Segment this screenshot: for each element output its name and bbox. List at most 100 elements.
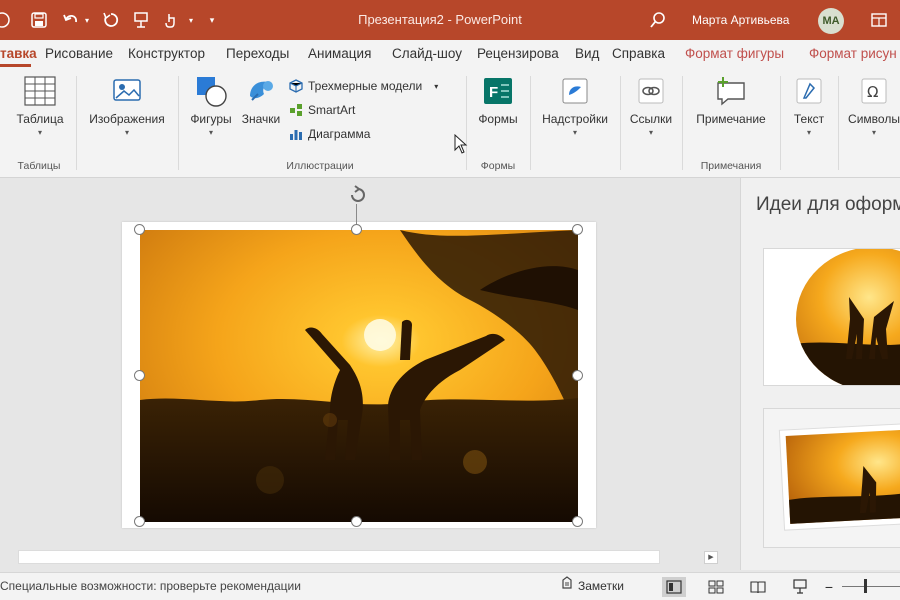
addins-icon bbox=[558, 74, 592, 108]
resize-handle-left[interactable] bbox=[134, 370, 145, 381]
group-divider bbox=[682, 76, 683, 170]
ribbon: Таблица ▾ Таблицы Изображения ▾ Фигуры ▾… bbox=[0, 68, 900, 178]
symbols-label: Символы bbox=[848, 112, 900, 126]
tab-animations[interactable]: Анимация bbox=[308, 40, 371, 68]
autosave-toggle-icon[interactable] bbox=[0, 0, 14, 40]
accessibility-status[interactable]: Специальные возможности: проверьте реком… bbox=[0, 573, 301, 600]
shapes-icon bbox=[194, 74, 228, 108]
icons-label: Значки bbox=[241, 112, 281, 126]
chevron-down-icon: ▾ bbox=[434, 81, 439, 91]
designer-pane-title: Идеи для оформ bbox=[756, 194, 900, 215]
tab-picture-format[interactable]: Формат рисун bbox=[809, 40, 897, 68]
reading-view-icon[interactable] bbox=[746, 577, 770, 597]
shapes-button[interactable]: Фигуры ▾ bbox=[184, 74, 238, 137]
undo-icon[interactable] bbox=[60, 0, 82, 40]
horizontal-scrollbar[interactable] bbox=[18, 550, 660, 564]
resize-handle-bottom-right[interactable] bbox=[572, 516, 583, 527]
scroll-right-icon[interactable]: ▶ bbox=[704, 551, 718, 564]
chart-label: Диаграмма bbox=[308, 127, 371, 141]
tab-shape-format[interactable]: Формат фигуры bbox=[685, 40, 784, 68]
zoom-slider[interactable] bbox=[842, 586, 900, 587]
3d-models-button[interactable]: Трехмерные модели ▾ bbox=[288, 76, 438, 96]
addins-button[interactable]: Надстройки ▾ bbox=[536, 74, 614, 137]
link-icon bbox=[634, 74, 668, 108]
rotation-line bbox=[356, 204, 357, 224]
resize-handle-top-left[interactable] bbox=[134, 224, 145, 235]
group-label-illustrations: Иллюстрации bbox=[286, 160, 354, 172]
group-divider bbox=[780, 76, 781, 170]
3d-models-label: Трехмерные модели bbox=[308, 79, 423, 93]
group-divider bbox=[76, 76, 77, 170]
resize-handle-bottom-left[interactable] bbox=[134, 516, 145, 527]
resize-handle-top-right[interactable] bbox=[572, 224, 583, 235]
customize-qat-icon[interactable]: ▾ bbox=[204, 0, 220, 40]
user-name[interactable]: Марта Артивьева bbox=[692, 0, 789, 40]
table-button[interactable]: Таблица ▾ bbox=[8, 74, 72, 137]
smartart-icon bbox=[288, 102, 304, 118]
ribbon-display-options-icon[interactable] bbox=[868, 0, 890, 40]
comment-label: Примечание bbox=[696, 112, 766, 126]
group-divider bbox=[620, 76, 621, 170]
save-icon[interactable] bbox=[28, 0, 50, 40]
tab-insert[interactable]: тавка bbox=[0, 40, 37, 68]
smartart-label: SmartArt bbox=[308, 103, 356, 117]
chevron-down-icon: ▾ bbox=[806, 128, 811, 137]
notes-button[interactable]: Заметки bbox=[560, 573, 624, 600]
chevron-down-icon: ▾ bbox=[124, 128, 129, 137]
group-divider bbox=[178, 76, 179, 170]
zoom-slider-thumb[interactable] bbox=[864, 579, 867, 593]
group-label-comments: Примечания bbox=[700, 160, 762, 172]
design-idea-1[interactable] bbox=[763, 248, 900, 386]
ribbon-tabs: тавка Рисование Конструктор Переходы Ани… bbox=[0, 40, 900, 68]
resize-handle-bottom[interactable] bbox=[351, 516, 362, 527]
tab-transitions[interactable]: Переходы bbox=[226, 40, 289, 68]
title-bar: ▾ ▾ ▾ Презентация2 - PowerPoint Марта Ар… bbox=[0, 0, 900, 40]
tab-design[interactable]: Конструктор bbox=[128, 40, 205, 68]
designer-pane: Идеи для оформ bbox=[740, 178, 900, 570]
normal-view-icon[interactable] bbox=[662, 577, 686, 597]
forms-button[interactable]: F Формы bbox=[472, 74, 524, 126]
group-label-tables: Таблицы bbox=[17, 160, 61, 172]
text-icon bbox=[792, 74, 826, 108]
search-icon[interactable] bbox=[646, 0, 670, 40]
zoom-out-icon[interactable]: − bbox=[822, 577, 836, 597]
slideshow-icon[interactable] bbox=[788, 577, 812, 597]
text-button[interactable]: Текст ▾ bbox=[786, 74, 832, 137]
omega-icon: Ω bbox=[857, 74, 891, 108]
chevron-down-icon: ▾ bbox=[37, 128, 42, 137]
slide-sorter-icon[interactable] bbox=[704, 577, 728, 597]
presenter-icon[interactable] bbox=[130, 0, 152, 40]
avatar[interactable]: MA bbox=[818, 8, 844, 34]
touch-mode-icon[interactable] bbox=[160, 0, 182, 40]
notes-label: Заметки bbox=[578, 579, 624, 593]
resize-handle-right[interactable] bbox=[572, 370, 583, 381]
chevron-down-icon: ▾ bbox=[871, 128, 876, 137]
design-idea-2[interactable] bbox=[763, 408, 900, 548]
group-divider bbox=[530, 76, 531, 170]
rotate-handle-icon[interactable] bbox=[347, 184, 369, 206]
comment-button[interactable]: Примечание bbox=[688, 74, 774, 126]
selected-picture-giraffes-sunset[interactable] bbox=[140, 230, 578, 522]
addins-label: Надстройки bbox=[542, 112, 608, 126]
smartart-button[interactable]: SmartArt bbox=[288, 100, 355, 120]
images-label: Изображения bbox=[89, 112, 165, 126]
images-button[interactable]: Изображения ▾ bbox=[82, 74, 172, 137]
tab-review[interactable]: Рецензирова bbox=[477, 40, 559, 68]
icons-button[interactable]: Значки bbox=[238, 74, 284, 126]
slide-editor[interactable]: ▶ bbox=[0, 178, 740, 564]
chart-button[interactable]: Диаграмма bbox=[288, 124, 370, 144]
touch-dropdown-icon[interactable]: ▾ bbox=[186, 0, 196, 40]
symbols-button[interactable]: Ω Символы ▾ bbox=[842, 74, 900, 137]
resize-handle-top[interactable] bbox=[351, 224, 362, 235]
tab-help[interactable]: Справка bbox=[612, 40, 665, 68]
redo-icon[interactable] bbox=[100, 0, 122, 40]
tab-draw[interactable]: Рисование bbox=[45, 40, 113, 68]
chevron-down-icon: ▾ bbox=[648, 128, 653, 137]
tab-slideshow[interactable]: Слайд-шоу bbox=[392, 40, 462, 68]
table-icon bbox=[23, 74, 57, 108]
icons-icon bbox=[244, 74, 278, 108]
links-button[interactable]: Ссылки ▾ bbox=[624, 74, 678, 137]
undo-dropdown-icon[interactable]: ▾ bbox=[82, 0, 92, 40]
status-bar: Специальные возможности: проверьте реком… bbox=[0, 572, 900, 600]
tab-view[interactable]: Вид bbox=[575, 40, 599, 68]
